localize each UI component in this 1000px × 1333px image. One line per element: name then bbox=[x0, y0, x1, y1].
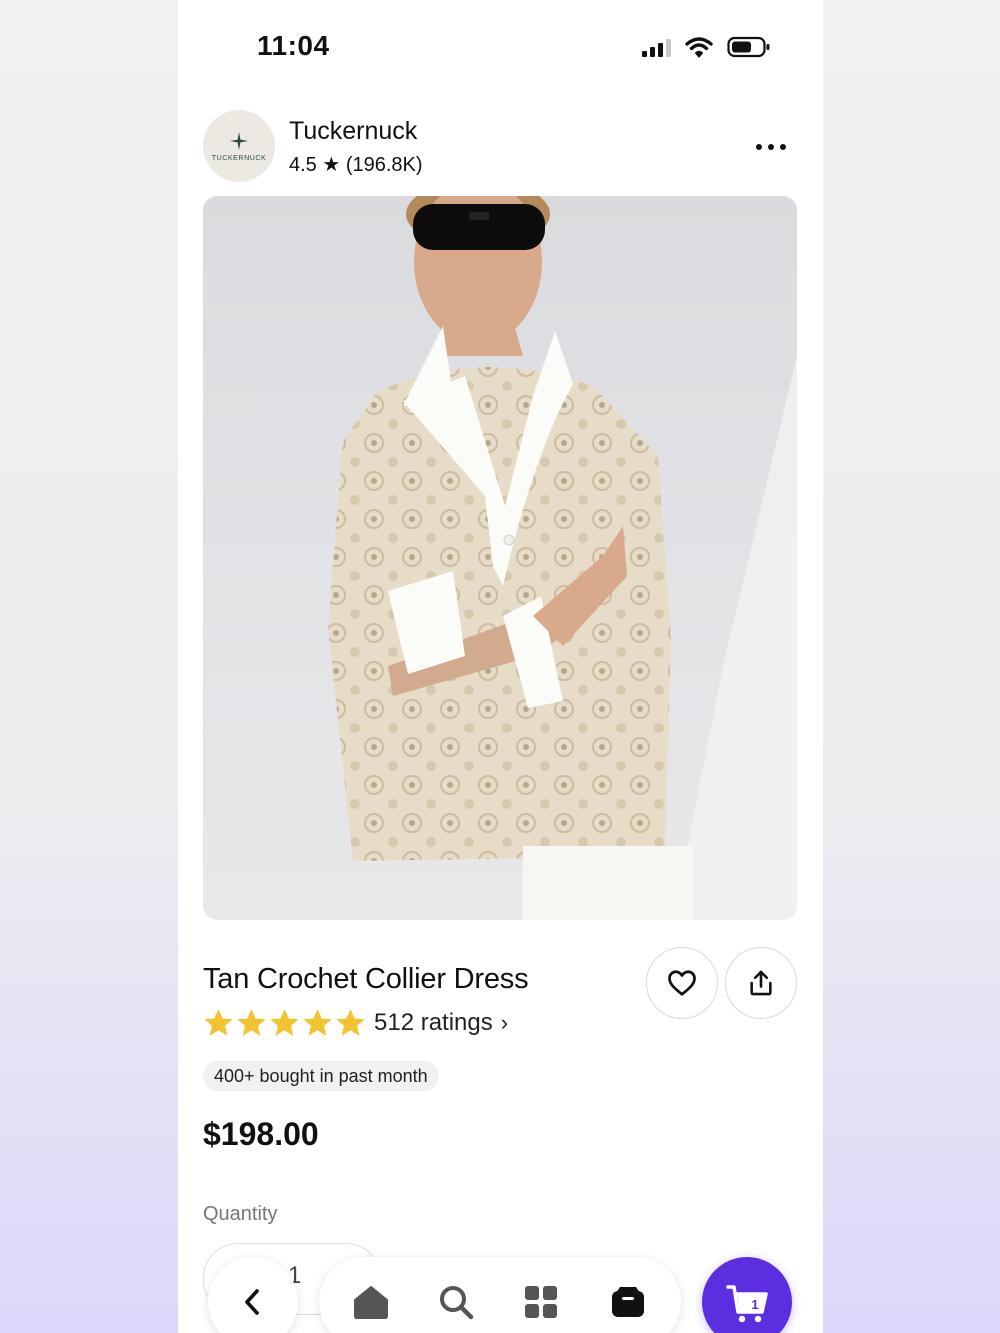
quantity-label: Quantity bbox=[203, 1203, 278, 1225]
star-icon bbox=[270, 1009, 299, 1036]
product-price: $198.00 bbox=[203, 1116, 319, 1152]
share-icon bbox=[750, 970, 772, 996]
star-icon bbox=[303, 1009, 332, 1036]
orders-box-icon bbox=[612, 1287, 644, 1317]
star-rating bbox=[203, 1008, 366, 1038]
favorite-button[interactable] bbox=[646, 947, 718, 1019]
status-icons bbox=[642, 36, 771, 58]
cart-icon bbox=[726, 1285, 768, 1323]
nav-orders[interactable] bbox=[598, 1257, 658, 1333]
cart-count-badge: 1 bbox=[751, 1297, 759, 1312]
share-button[interactable] bbox=[725, 947, 797, 1019]
store-logo[interactable]: TUCKERNUCK bbox=[203, 110, 275, 182]
battery-icon bbox=[727, 36, 770, 58]
background-left bbox=[0, 0, 178, 1333]
bought-count-badge: 400+ bought in past month bbox=[203, 1061, 439, 1091]
cart-button[interactable]: 1 bbox=[702, 1257, 792, 1333]
heart-icon bbox=[668, 970, 696, 996]
product-image[interactable] bbox=[203, 196, 797, 920]
background-right bbox=[823, 0, 1000, 1333]
product-rating-row[interactable]: 512 ratings › bbox=[203, 1008, 508, 1038]
star-icon bbox=[336, 1009, 365, 1036]
product-title: Tan Crochet Collier Dress bbox=[203, 963, 529, 995]
product-photo-illustration bbox=[328, 196, 797, 920]
star-icon bbox=[204, 1009, 233, 1036]
bottom-nav bbox=[319, 1257, 681, 1333]
search-icon bbox=[440, 1286, 474, 1320]
wifi-icon bbox=[685, 37, 713, 58]
store-name[interactable]: Tuckernuck bbox=[289, 117, 417, 146]
star-icon bbox=[237, 1009, 266, 1036]
home-icon bbox=[354, 1286, 388, 1319]
categories-grid-icon bbox=[525, 1286, 557, 1318]
status-bar: 11:04 bbox=[178, 0, 823, 90]
chevron-left-icon bbox=[245, 1289, 259, 1315]
phone-screen: 11:04 TUCKERNUCK Tuckernuck 4.5 ★ (196.8… bbox=[178, 0, 823, 1333]
ratings-count-link[interactable]: 512 ratings bbox=[374, 1009, 493, 1037]
chevron-right-icon: › bbox=[500, 1010, 509, 1035]
more-options-button[interactable] bbox=[749, 135, 793, 159]
nav-home[interactable] bbox=[341, 1257, 401, 1333]
store-rating: 4.5 ★ (196.8K) bbox=[289, 154, 423, 176]
nav-search[interactable] bbox=[426, 1257, 486, 1333]
status-time: 11:04 bbox=[257, 30, 330, 61]
logo-star-icon bbox=[230, 131, 248, 150]
cellular-signal-icon bbox=[642, 37, 671, 57]
more-horizontal-icon bbox=[756, 144, 762, 150]
nav-categories[interactable] bbox=[511, 1257, 571, 1333]
store-header[interactable]: TUCKERNUCK Tuckernuck 4.5 ★ (196.8K) bbox=[178, 105, 823, 190]
store-logo-text: TUCKERNUCK bbox=[211, 154, 267, 162]
